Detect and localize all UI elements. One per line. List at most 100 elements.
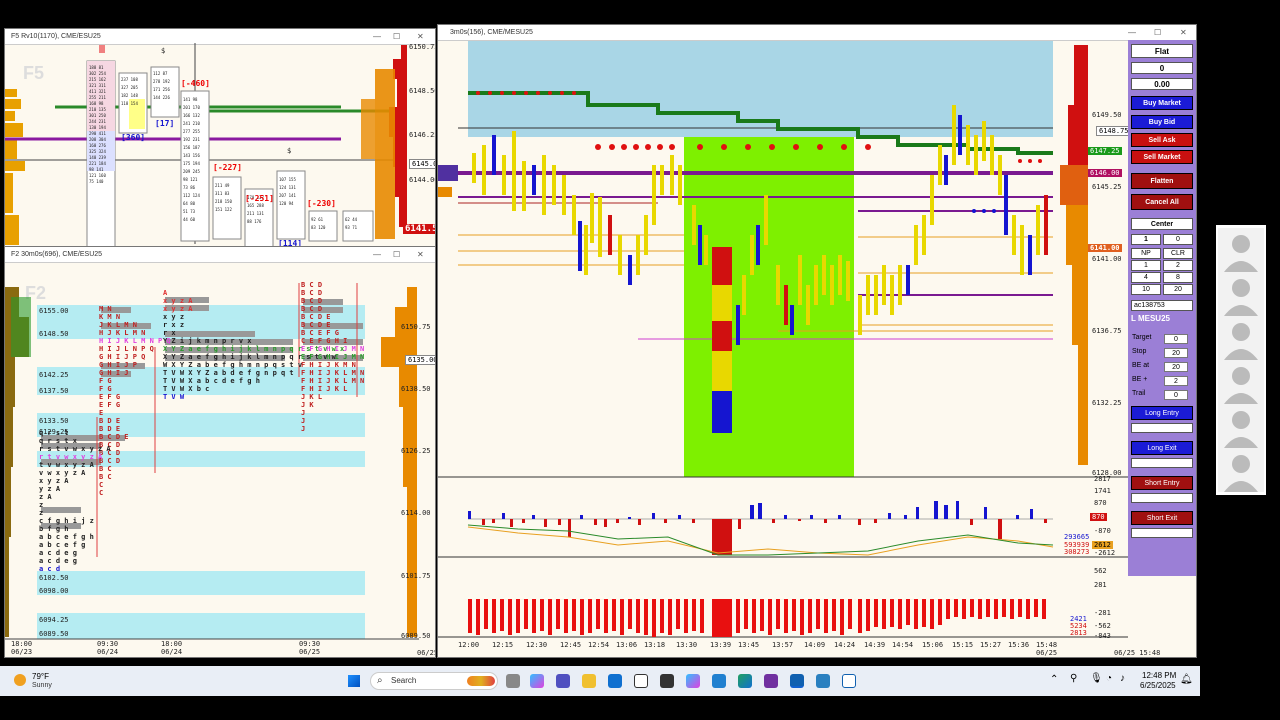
edge-icon[interactable] [738,674,752,688]
short-exit-select[interactable] [1131,528,1193,538]
center-button[interactable]: Center [1131,218,1193,230]
file-explorer-icon[interactable] [582,674,596,688]
search-box[interactable]: ⌕ Search [370,672,498,690]
quantity-input[interactable]: 1 [1131,234,1161,245]
time-label: 15:36 [1008,641,1030,649]
svg-text:301 250: 301 250 [89,113,106,118]
outlook-icon[interactable] [608,674,622,688]
f5-price-axis-label: 6148.50 [409,87,436,95]
buy-market-button[interactable]: Buy Market [1131,96,1193,110]
qty-preset-button[interactable]: 20 [1163,284,1193,295]
be-at-input[interactable]: 20 [1164,362,1188,372]
svg-text:182 148: 182 148 [121,93,138,98]
position-pnl: 0.00 [1131,78,1193,90]
network-icon[interactable]: ⚲ [1070,673,1077,684]
sell-market-button[interactable]: Sell Market [1131,150,1193,164]
long-entry-button[interactable]: Long Entry [1131,406,1193,420]
band-price-label: 6102.50 [39,574,69,582]
short-exit-button[interactable]: Short Exit [1131,511,1193,525]
main-chart-window[interactable]: 3m0s(156), CME/MESU25 — ☐ ✕ 6149.50 6148… [437,24,1197,658]
qty-preset-button[interactable]: 10 [1131,284,1161,295]
f2-chart-window[interactable]: F2 30m0s(696), CME/ESU25 — ☐ ✕ F2 M N K … [4,246,436,658]
app-icon[interactable] [660,674,674,688]
svg-text:211 49: 211 49 [215,183,230,188]
teams-icon[interactable] [556,674,570,688]
quantity-right: 0 [1163,234,1193,245]
cancel-all-button[interactable]: Cancel All [1131,194,1193,210]
participant-avatar[interactable] [1218,404,1264,448]
f5-delta-label: [-251] [245,194,274,203]
chevron-up-icon[interactable]: ⌃ [1050,674,1058,685]
start-icon[interactable] [348,675,360,687]
chatgpt-icon[interactable] [634,674,648,688]
svg-text:302 254: 302 254 [89,71,106,76]
qty-preset-button[interactable]: 4 [1131,272,1161,283]
band-price-label: 6133.50 [39,417,69,425]
visual-studio-icon[interactable] [764,674,778,688]
long-entry-select[interactable] [1131,423,1193,433]
participant-avatar[interactable] [1218,228,1264,272]
qty-preset-button[interactable]: 1 [1131,260,1161,271]
band-price-label: 6137.50 [39,387,69,395]
clock-date[interactable]: 6/25/2025 [1140,681,1176,690]
f5-left-profile [5,89,25,245]
account-select[interactable]: ac138753 [1131,300,1193,311]
dollar-marker: $ [161,47,166,55]
short-entry-button[interactable]: Short Entry [1131,476,1193,490]
f2-price-axis-label: 6089.50 [401,632,431,640]
svg-text:325 324: 325 324 [89,149,106,154]
qty-preset-button[interactable]: 8 [1163,272,1193,283]
participant-avatar[interactable] [1218,360,1264,404]
long-exit-button[interactable]: Long Exit [1131,441,1193,455]
svg-text:140 239: 140 239 [89,155,106,160]
be-at-label: BE at [1132,362,1150,369]
participant-avatar[interactable] [1218,272,1264,316]
time-label: 12:30 [526,641,548,649]
trading-app-icon[interactable] [816,674,830,688]
sell-ask-button[interactable]: Sell Ask [1131,133,1193,147]
svg-text:75 140: 75 140 [89,179,104,184]
notification-icon[interactable]: 🔔︎ [1180,674,1193,685]
last-date-label: 06/25 [1036,649,1058,657]
be-plus-input[interactable]: 2 [1164,376,1188,386]
clock-time[interactable]: 12:48 PM [1142,671,1176,680]
svg-text:171 256: 171 256 [153,87,170,92]
volume-icon[interactable]: ♪ [1120,673,1125,684]
f5-delta-label: [360] [121,133,146,142]
main-right-profile [1060,45,1088,465]
copilot-app-icon[interactable] [686,674,700,688]
short-entry-select[interactable] [1131,493,1193,503]
time-label: 13:57 [772,641,794,649]
copilot-icon[interactable] [530,674,544,688]
f5-chart-window[interactable]: F5 Rv10(1170), CME/ESU25 — ☐ ✕ F5 188 81… [4,28,436,248]
qty-preset-button[interactable]: NP [1131,248,1161,259]
mic-icon[interactable]: 🎙︎ [1090,673,1103,684]
time-label: 18:00 [161,640,183,648]
weather-icon[interactable] [14,674,26,686]
participant-avatar[interactable] [1218,316,1264,360]
task-view-icon[interactable] [506,674,520,688]
band-price-label: 6155.00 [39,307,69,315]
f2-price-axis-label: 6150.75 [401,323,431,331]
time-label: 14:39 [864,641,886,649]
time-label: 12:45 [560,641,582,649]
photos-icon[interactable] [712,674,726,688]
flatten-button[interactable]: Flatten [1131,173,1193,189]
svg-text:209 245: 209 245 [183,169,200,174]
wifi-icon[interactable]: ◔ [1106,673,1112,684]
window-app-icon[interactable] [842,674,856,688]
order-entry-panel: Flat 0 0.00 Buy Market Buy Bid Sell Ask … [1128,40,1196,576]
qty-preset-button[interactable]: CLR [1163,248,1193,259]
f5-current-price-tag: 6141.50 [403,224,435,234]
buy-bid-button[interactable]: Buy Bid [1131,115,1193,129]
long-exit-select[interactable] [1131,458,1193,468]
target-input[interactable]: 0 [1164,334,1188,344]
qty-preset-button[interactable]: 2 [1163,260,1193,271]
corner-date: 06/25 [417,649,436,657]
stop-input[interactable]: 20 [1164,348,1188,358]
trail-input[interactable]: 0 [1164,390,1188,400]
svg-text:210 135: 210 135 [89,107,106,112]
participant-avatar[interactable] [1218,448,1264,492]
active-app-icon[interactable] [790,674,804,688]
date-label: 06/25 [299,648,321,656]
